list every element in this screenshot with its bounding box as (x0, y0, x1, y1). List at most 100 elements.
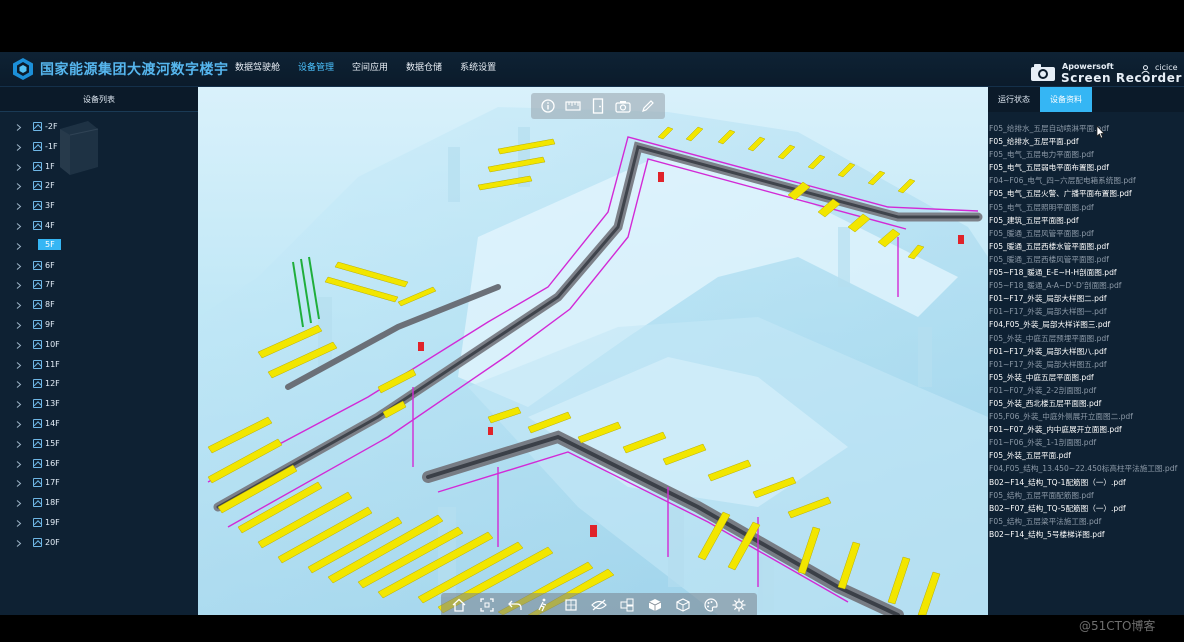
chevron-right-icon[interactable] (16, 282, 22, 290)
cube-outline-icon[interactable] (674, 596, 692, 614)
chevron-right-icon[interactable] (16, 262, 22, 270)
gear-icon[interactable] (730, 596, 748, 614)
nav-system-settings[interactable]: 系统设置 (451, 52, 505, 87)
document-item[interactable]: F05_外装_中庭五层平面图.pdf (988, 371, 1184, 384)
chevron-right-icon[interactable] (16, 143, 22, 151)
document-item[interactable]: F01~F17_外装_局部大样图二.pdf (988, 292, 1184, 305)
explode-icon[interactable] (618, 596, 636, 614)
document-item[interactable]: B02~F07_结构_TQ-5配筋图（一）.pdf (988, 502, 1184, 515)
pen-icon[interactable] (639, 97, 657, 115)
floor-item[interactable]: 5F (0, 238, 198, 258)
chevron-right-icon[interactable] (16, 223, 22, 230)
tab-device-documents[interactable]: 设备资料 (1040, 87, 1092, 112)
document-item[interactable]: F05_结构_五层梁平法施工图.pdf (988, 515, 1184, 528)
chevron-right-icon[interactable] (16, 302, 22, 310)
document-item[interactable]: F05_电气_五层电力平面图.pdf (988, 148, 1184, 161)
floor-item[interactable]: 2F (0, 178, 198, 198)
floor-item[interactable]: 20F (0, 535, 198, 555)
document-item[interactable]: F05_外装_五层平面.pdf (988, 449, 1184, 462)
floor-item[interactable]: 18F (0, 495, 198, 515)
chevron-right-icon[interactable] (16, 322, 22, 329)
floor-item[interactable]: 9F (0, 317, 198, 337)
measure-icon[interactable] (564, 97, 582, 115)
floor-item[interactable]: 4F (0, 218, 198, 238)
floor-item[interactable]: 3F (0, 198, 198, 218)
chevron-right-icon[interactable] (16, 381, 22, 389)
floor-item[interactable]: 10F (0, 337, 198, 357)
document-item[interactable]: F05~F18_暖通_A-A~D'-D'剖面图.pdf (988, 279, 1184, 292)
floor-item[interactable]: 16F (0, 456, 198, 476)
document-item[interactable]: F05_外装_西北楼五层平面图.pdf (988, 397, 1184, 410)
floor-item[interactable]: 6F (0, 258, 198, 278)
nav-space-application[interactable]: 空间应用 (343, 52, 397, 87)
chevron-right-icon[interactable] (16, 539, 22, 547)
chevron-right-icon[interactable] (16, 183, 22, 191)
info-icon[interactable] (539, 97, 557, 115)
document-item[interactable]: F05_电气_五层弱电平面布置图.pdf (988, 161, 1184, 174)
chevron-right-icon[interactable] (16, 163, 22, 171)
door-icon[interactable] (589, 97, 607, 115)
document-item[interactable]: F05_结构_五层平面配筋图.pdf (988, 489, 1184, 502)
document-item[interactable]: B02~F14_结构_5号楼梯详图.pdf (988, 528, 1184, 541)
document-item[interactable]: F01~F17_外装_局部大样图一.pdf (988, 305, 1184, 318)
nav-data-warehouse[interactable]: 数据仓储 (397, 52, 451, 87)
nav-device-management[interactable]: 设备管理 (289, 52, 343, 87)
document-item[interactable]: F04,F05_结构_13.450~22.450标高柱平法施工图.pdf (988, 462, 1184, 475)
document-item[interactable]: F04~F06_电气_四~六层配电箱系统图.pdf (988, 174, 1184, 187)
document-item[interactable]: F05_电气_五层照明平面图.pdf (988, 201, 1184, 214)
document-item[interactable]: B02~F14_结构_TQ-1配筋图（一）.pdf (988, 476, 1184, 489)
walk-icon[interactable] (534, 596, 552, 614)
document-item[interactable]: F01~F17_外装_局部大样图八.pdf (988, 345, 1184, 358)
chevron-right-icon[interactable] (16, 440, 22, 448)
floor-item[interactable]: 8F (0, 297, 198, 317)
home-icon[interactable] (450, 596, 468, 614)
document-item[interactable]: F01~F06_外装_1-1剖面图.pdf (988, 436, 1184, 449)
document-item[interactable]: F05_给排水_五层自动喷淋平面.pdf (988, 122, 1184, 135)
document-item[interactable]: F05_电气_五层火警、广播平面布置图.pdf (988, 187, 1184, 200)
floor-item[interactable]: 11F (0, 357, 198, 377)
chevron-right-icon[interactable] (16, 460, 22, 468)
chevron-right-icon[interactable] (16, 500, 22, 508)
chevron-right-icon[interactable] (16, 421, 22, 428)
floor-item[interactable]: 17F (0, 475, 198, 495)
chevron-right-icon[interactable] (16, 242, 22, 250)
undo-icon[interactable] (506, 596, 524, 614)
floor-item[interactable]: 1F (0, 159, 198, 179)
chevron-right-icon[interactable] (16, 203, 22, 211)
document-item[interactable]: F05_暖通_五层西楼水管平面图.pdf (988, 240, 1184, 253)
floor-item[interactable]: 15F (0, 436, 198, 456)
bim-3d-viewport[interactable] (198, 87, 988, 615)
document-item[interactable]: F01~F17_外装_局部大样图五.pdf (988, 358, 1184, 371)
user-name[interactable]: cicice (1155, 63, 1178, 72)
chevron-right-icon[interactable] (16, 480, 22, 488)
chevron-right-icon[interactable] (16, 124, 22, 131)
floor-item[interactable]: 7F (0, 277, 198, 297)
chevron-right-icon[interactable] (16, 520, 22, 527)
document-item[interactable]: F05_建筑_五层平面图.pdf (988, 214, 1184, 227)
palette-icon[interactable] (702, 596, 720, 614)
user-icon[interactable] (1141, 65, 1150, 74)
document-item[interactable]: F04,F05_外装_局部大样详图三.pdf (988, 318, 1184, 331)
nav-data-cockpit[interactable]: 数据驾驶舱 (226, 52, 289, 87)
floor-item[interactable]: 13F (0, 396, 198, 416)
floor-item[interactable]: 19F (0, 515, 198, 535)
document-item[interactable]: F05_暖通_五层西楼风管平面图.pdf (988, 253, 1184, 266)
hide-icon[interactable] (590, 596, 608, 614)
document-item[interactable]: F01~F07_外装_2-2剖面图.pdf (988, 384, 1184, 397)
floor-item[interactable]: 14F (0, 416, 198, 436)
document-item[interactable]: F05~F18_暖通_E-E~H-H剖面图.pdf (988, 266, 1184, 279)
cube-icon[interactable] (646, 596, 664, 614)
chevron-right-icon[interactable] (16, 341, 22, 349)
camera-icon[interactable] (614, 97, 632, 115)
floor-item[interactable]: -1F (0, 139, 198, 159)
floor-item[interactable]: 12F (0, 376, 198, 396)
chevron-right-icon[interactable] (16, 401, 22, 409)
document-item[interactable]: F05_暖通_五层风管平面图.pdf (988, 227, 1184, 240)
document-item[interactable]: F05_给排水_五层平面.pdf (988, 135, 1184, 148)
tab-running-status[interactable]: 运行状态 (988, 87, 1040, 112)
section-box-icon[interactable] (562, 596, 580, 614)
chevron-right-icon[interactable] (16, 361, 22, 369)
frame-icon[interactable] (478, 596, 496, 614)
bim-model-render[interactable] (198, 87, 988, 615)
document-item[interactable]: F01~F07_外装_内中庭展开立面图.pdf (988, 423, 1184, 436)
